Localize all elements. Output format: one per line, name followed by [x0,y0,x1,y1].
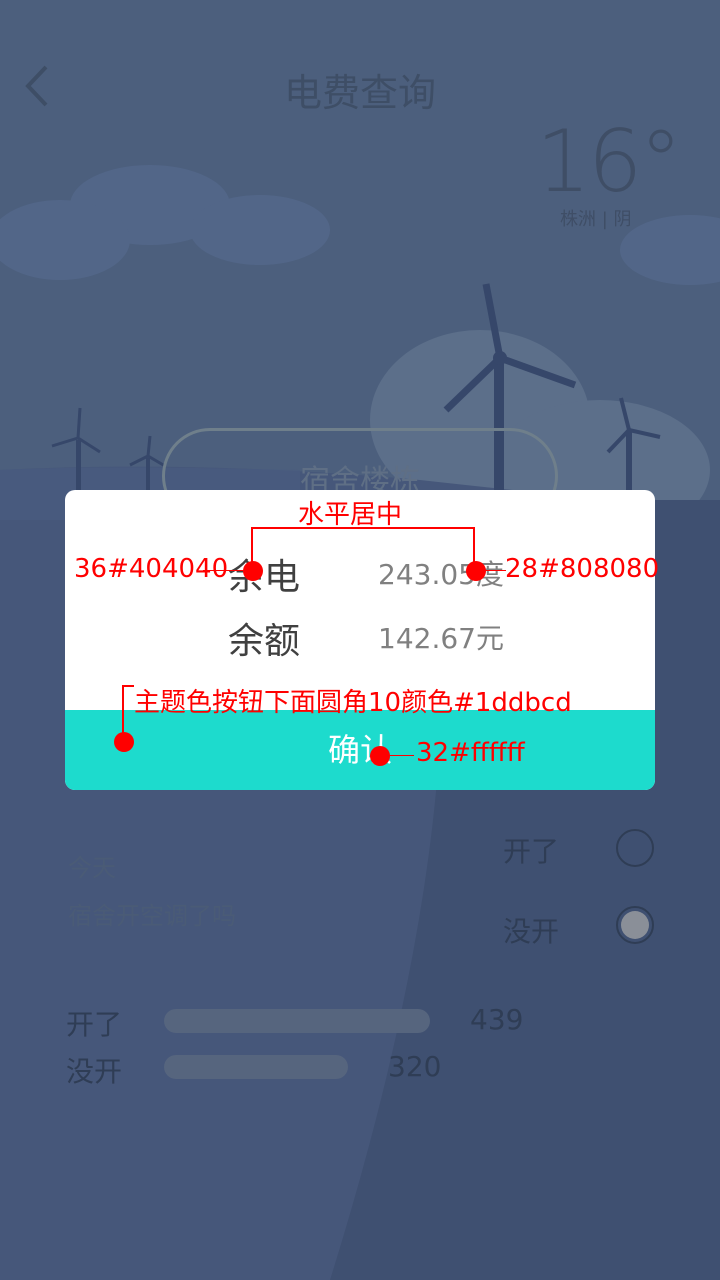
weather-location: 株洲 | 阴 [560,209,632,230]
annotation-button-text-style: 32#ffffff [416,738,525,768]
stat-off-value: 320 [388,1050,442,1083]
stat-off-bar [164,1055,348,1079]
annotation-text-line [384,755,414,756]
stat-on-label: 开了 [66,1008,123,1041]
annotation-button-dot [114,732,134,752]
remaining-balance-value: 142.67元 [378,622,504,655]
page-title: 电费查询 [283,71,436,115]
annotation-button-note: 主题色按钮下面圆角10颜色#1ddbcd [134,688,572,718]
annotation-button-vline [122,685,124,735]
annotation-value-line [480,570,506,571]
option-on-label: 开了 [503,835,560,868]
survey-question-line2: 宿舍开空调了吗 [68,902,236,930]
annotation-text-dot [370,746,390,766]
annotation-bracket-top [251,527,475,529]
annotation-label-dot [243,561,263,581]
stat-off-label: 没开 [66,1055,123,1088]
option-on-radio[interactable] [616,829,654,867]
annotation-label-style: 36#404040 [74,554,229,584]
annotation-value-dot [466,561,486,581]
remaining-balance-label: 余额 [228,621,301,662]
annotation-value-style: 28#808080 [505,554,660,584]
survey-question-line1: 今天 [68,854,116,882]
radio-selected-indicator [621,911,649,939]
annotation-button-hline [122,685,134,687]
confirm-button[interactable]: 确认 [65,710,655,790]
balance-dialog: 余电 243.05度 余额 142.67元 确认 [65,490,655,790]
stat-on-value: 439 [470,1003,524,1036]
stat-on-bar [164,1009,430,1033]
temperature: 16° [536,112,682,212]
option-off-label: 没开 [503,915,560,948]
annotation-center-note: 水平居中 [298,500,403,530]
remaining-power-label: 余电 [228,557,301,598]
